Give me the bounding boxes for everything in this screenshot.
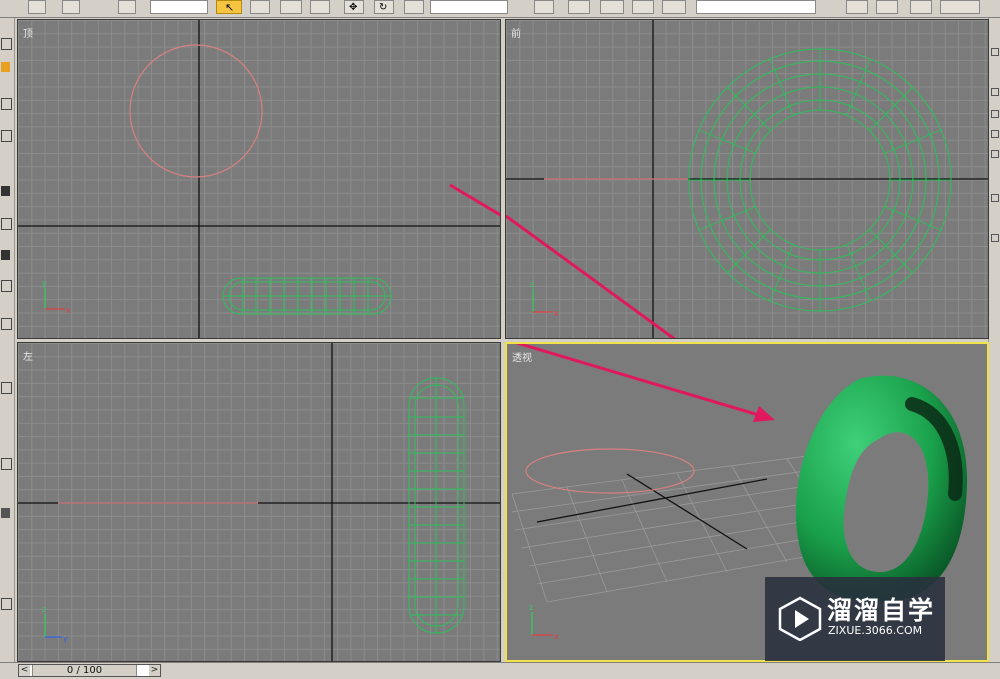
tool-icon[interactable] xyxy=(1,598,12,610)
watermark-badge: 溜溜自学 ZIXUE.3066.COM xyxy=(765,577,945,661)
select-by-name-button[interactable] xyxy=(250,0,270,14)
time-slider-thumb[interactable]: 0 / 100 xyxy=(32,665,137,676)
axis-label-z: z xyxy=(529,603,533,612)
align-button[interactable] xyxy=(876,0,898,14)
command-panel-strip xyxy=(988,18,1000,663)
window-crossing-button[interactable] xyxy=(310,0,330,14)
selection-filter-dropdown[interactable] xyxy=(150,0,208,14)
left-viewport-scene: z y xyxy=(18,343,500,661)
front-viewport-scene: z x xyxy=(506,20,988,338)
rotate-icon: ↻ xyxy=(379,2,388,13)
time-slider[interactable]: < 0 / 100 > xyxy=(18,664,161,677)
torus-wireframe xyxy=(222,277,392,315)
axis-label-z: z xyxy=(42,605,46,614)
viewport-front[interactable]: 前 z x xyxy=(505,19,989,339)
axis-tripod: y x xyxy=(42,279,71,315)
percent-snap-button[interactable] xyxy=(600,0,624,14)
tool-icon[interactable] xyxy=(1,62,10,72)
curve-editor-button[interactable] xyxy=(940,0,980,14)
panel-icon[interactable] xyxy=(991,234,999,242)
top-viewport-scene: y x xyxy=(18,20,500,338)
tool-icon[interactable] xyxy=(1,38,12,50)
angle-snap-button[interactable] xyxy=(568,0,590,14)
tool-icon[interactable] xyxy=(1,186,10,196)
play-logo-icon xyxy=(778,596,822,641)
mirror-button[interactable] xyxy=(846,0,868,14)
tool-icon[interactable] xyxy=(1,382,12,394)
arrowhead-icon xyxy=(753,406,775,422)
status-bar: < 0 / 100 > xyxy=(0,662,1000,679)
main-toolbar: ↖ ✥ ↻ xyxy=(0,0,1000,18)
bind-button[interactable] xyxy=(118,0,136,14)
tool-icon[interactable] xyxy=(1,218,12,230)
select-object-button[interactable]: ↖ xyxy=(216,0,242,14)
world-axis-x xyxy=(536,478,768,523)
snap-button[interactable] xyxy=(534,0,554,14)
selection-region-button[interactable] xyxy=(280,0,302,14)
panel-icon[interactable] xyxy=(991,88,999,96)
spinner-snap-button[interactable] xyxy=(632,0,654,14)
named-selection-button[interactable] xyxy=(662,0,686,14)
panel-icon[interactable] xyxy=(991,150,999,158)
left-tool-strip xyxy=(0,18,15,663)
circle-spline xyxy=(525,448,695,494)
tool-icon[interactable] xyxy=(1,508,10,518)
watermark-url: ZIXUE.3066.COM xyxy=(828,624,923,637)
scale-button[interactable] xyxy=(404,0,424,14)
world-axis-y xyxy=(626,473,748,550)
axis-label-x: x xyxy=(554,632,559,641)
axis-label-x: x xyxy=(554,309,559,318)
layer-manager-button[interactable] xyxy=(910,0,932,14)
axis-tripod: z y xyxy=(42,605,68,643)
torus-wireframe xyxy=(688,48,952,312)
tool-icon[interactable] xyxy=(1,130,12,142)
watermark-brand: 溜溜自学 xyxy=(827,596,936,625)
torus-wireframe xyxy=(408,377,465,634)
annotation-arrow xyxy=(449,183,500,217)
axis-tripod: z x xyxy=(530,280,559,318)
annotation-arrow xyxy=(506,214,676,338)
axis-label-y: y xyxy=(63,634,68,643)
tool-icon[interactable] xyxy=(1,250,10,260)
rotate-button[interactable]: ↻ xyxy=(374,0,394,14)
annotation-arrow xyxy=(515,344,775,422)
axis-label-y: y xyxy=(42,279,47,288)
move-icon: ✥ xyxy=(349,2,358,13)
reference-coordinate-dropdown[interactable] xyxy=(430,0,508,14)
prev-frame-button[interactable]: < xyxy=(19,665,30,676)
axis-tripod: z x xyxy=(529,603,559,641)
tool-icon[interactable] xyxy=(1,280,12,292)
undo-button[interactable] xyxy=(28,0,46,14)
link-button[interactable] xyxy=(62,0,80,14)
panel-icon[interactable] xyxy=(991,194,999,202)
cursor-arrow-icon: ↖ xyxy=(225,1,235,14)
viewport-top[interactable]: 顶 y x xyxy=(17,19,501,339)
panel-icon[interactable] xyxy=(991,130,999,138)
tool-icon[interactable] xyxy=(1,458,12,470)
move-button[interactable]: ✥ xyxy=(344,0,364,14)
axis-label-z: z xyxy=(530,280,534,289)
named-selection-sets-dropdown[interactable] xyxy=(696,0,816,14)
circle-spline xyxy=(129,44,263,178)
next-frame-button[interactable]: > xyxy=(149,665,160,676)
tool-icon[interactable] xyxy=(1,318,12,330)
torus-shaded xyxy=(796,375,968,603)
panel-icon[interactable] xyxy=(991,48,999,56)
axis-label-x: x xyxy=(66,306,71,315)
tool-icon[interactable] xyxy=(1,98,12,110)
viewport-left[interactable]: 左 z y xyxy=(17,342,501,662)
panel-icon[interactable] xyxy=(991,110,999,118)
